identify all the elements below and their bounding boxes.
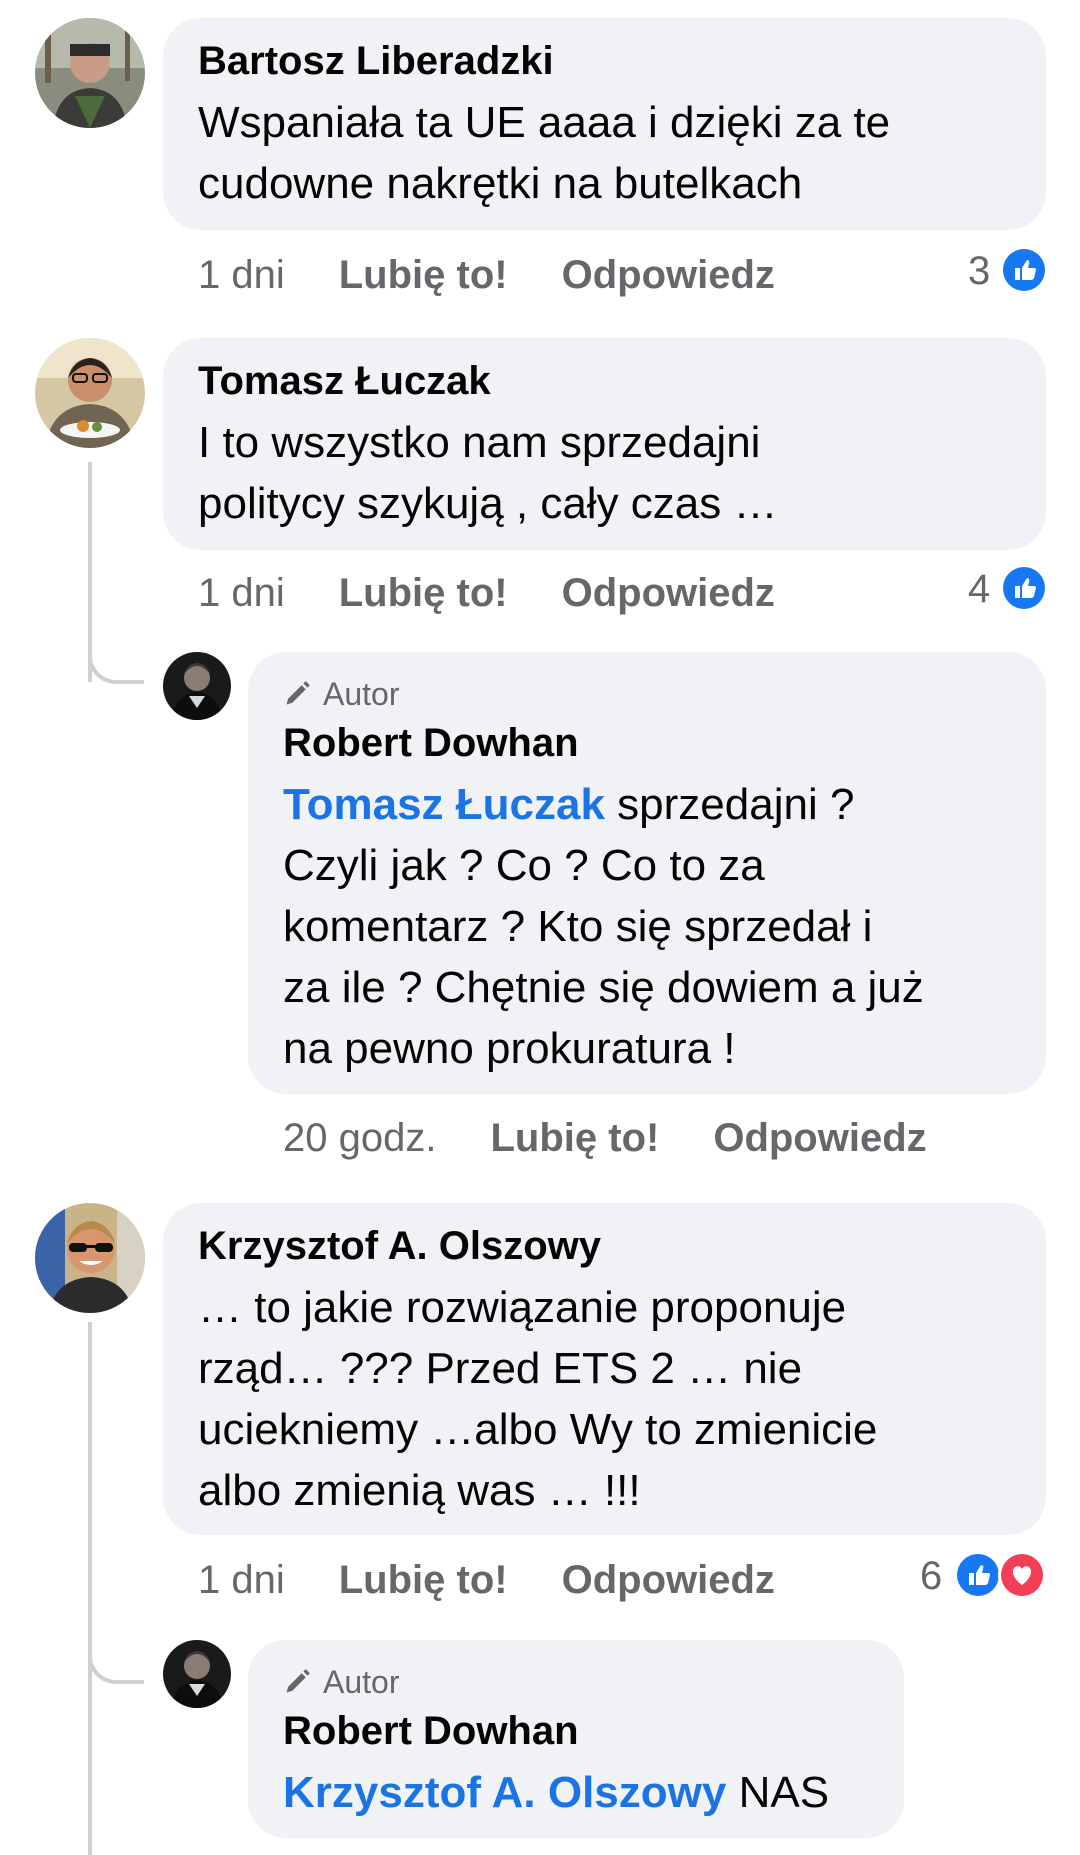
avatar[interactable] — [163, 1640, 231, 1708]
comment-meta: 20 godz. Lubię to! Odpowiedz — [283, 1115, 927, 1161]
author-badge: Autor — [283, 1664, 399, 1700]
like-button[interactable]: Lubię to! — [490, 1116, 659, 1160]
thread-connector — [88, 1640, 144, 1684]
avatar[interactable] — [35, 18, 145, 128]
reply-button[interactable]: Odpowiedz — [713, 1116, 926, 1160]
reply-button[interactable]: Odpowiedz — [562, 253, 775, 297]
comment-text-fragment: sprzedajni ? — [604, 780, 855, 829]
comment-timestamp[interactable]: 1 dni — [198, 1558, 285, 1602]
comment-text-line: Wspaniała ta UE aaaa i dzięki za te — [198, 98, 891, 147]
thread-line — [88, 1322, 92, 1855]
comment-text-line: albo zmienią was … !!! — [198, 1466, 641, 1515]
comment-text-line: rząd… ??? Przed ETS 2 … nie — [198, 1344, 803, 1393]
pencil-icon — [286, 681, 310, 705]
comment-text-line: Czyli jak ? Co ? Co to za — [283, 841, 765, 890]
mention-link[interactable]: Krzysztof A. Olszowy — [283, 1768, 726, 1817]
reaction-count[interactable]: 6 — [920, 1553, 942, 1599]
comment-text-line: Tomasz Łuczak sprzedajni ? — [283, 774, 854, 835]
comment-timestamp[interactable]: 1 dni — [198, 571, 285, 615]
comment-text-line: … to jakie rozwiązanie proponuje — [198, 1283, 847, 1332]
like-icon[interactable] — [954, 1551, 1002, 1599]
author-badge-label: Autor — [323, 1664, 400, 1700]
like-icon[interactable] — [1000, 564, 1048, 612]
reply-button[interactable]: Odpowiedz — [562, 571, 775, 615]
comment-author[interactable]: Robert Dowhan — [283, 1708, 579, 1754]
comment-text-line: komentarz ? Kto się sprzedał i — [283, 902, 873, 951]
reaction-count[interactable]: 3 — [968, 248, 990, 294]
author-badge: Autor — [283, 676, 399, 712]
comment-text-line: I to wszystko nam sprzedajni — [198, 418, 761, 467]
author-badge-label: Autor — [323, 676, 400, 712]
comment-text-line: cudowne nakrętki na butelkach — [198, 159, 803, 208]
like-button[interactable]: Lubię to! — [339, 1558, 508, 1602]
comment-text-line: uciekniemy …albo Wy to zmienicie — [198, 1405, 878, 1454]
comment-text-line: za ile ? Chętnie się dowiem a już — [283, 963, 924, 1012]
comment-author[interactable]: Robert Dowhan — [283, 720, 579, 766]
avatar[interactable] — [35, 338, 145, 448]
avatar[interactable] — [35, 1203, 145, 1313]
love-icon[interactable] — [998, 1551, 1046, 1599]
like-button[interactable]: Lubię to! — [339, 253, 508, 297]
comment-meta: 1 dni Lubię to! Odpowiedz — [198, 570, 775, 616]
comment-timestamp[interactable]: 20 godz. — [283, 1116, 436, 1160]
pencil-icon — [286, 1669, 310, 1693]
comment-text-line: Krzysztof A. Olszowy NAS — [283, 1762, 829, 1823]
avatar[interactable] — [163, 652, 231, 720]
reply-button[interactable]: Odpowiedz — [562, 1558, 775, 1602]
reaction-count[interactable]: 4 — [968, 566, 990, 612]
like-icon[interactable] — [1000, 246, 1048, 294]
comment-text-fragment: NAS — [726, 1768, 830, 1817]
comment-meta: 1 dni Lubię to! Odpowiedz — [198, 252, 775, 298]
comment-text-line: politycy szykują , cały czas … — [198, 479, 778, 528]
comment-text-line: na pewno prokuratura ! — [283, 1024, 736, 1073]
comment-author[interactable]: Tomasz Łuczak — [198, 358, 491, 404]
comment-author[interactable]: Krzysztof A. Olszowy — [198, 1223, 601, 1269]
like-button[interactable]: Lubię to! — [339, 571, 508, 615]
thread-connector — [88, 640, 144, 684]
comment-meta: 1 dni Lubię to! Odpowiedz — [198, 1557, 775, 1603]
comment-author[interactable]: Bartosz Liberadzki — [198, 38, 554, 84]
mention-link[interactable]: Tomasz Łuczak — [283, 780, 605, 829]
comment-timestamp[interactable]: 1 dni — [198, 253, 285, 297]
